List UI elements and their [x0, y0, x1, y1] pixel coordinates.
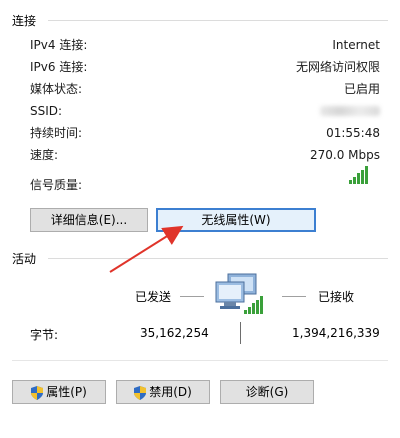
red-arrow-annotation [109, 225, 184, 273]
